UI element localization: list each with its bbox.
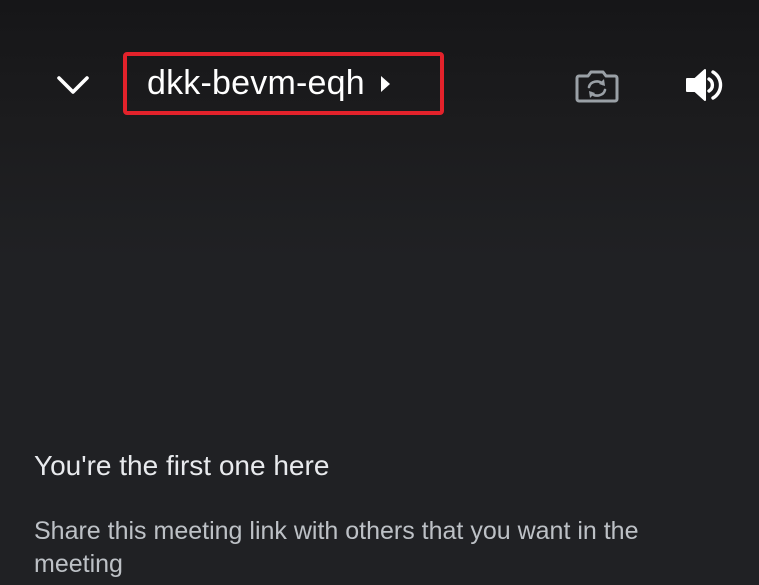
caret-right-icon: [379, 75, 391, 93]
share-link-description: Share this meeting link with others that…: [34, 517, 639, 578]
top-bar: dkk-bevm-eqh: [0, 0, 759, 130]
speaker-icon: [686, 69, 723, 101]
first-one-here-title: You're the first one here: [34, 450, 330, 481]
camera-switch-icon: [575, 70, 619, 103]
switch-camera-button[interactable]: [570, 62, 624, 108]
meeting-code-button[interactable]: dkk-bevm-eqh: [123, 52, 444, 115]
chevron-down-icon: [57, 76, 89, 94]
meet-call-screen: dkk-bevm-eqh You're the first one here S…: [0, 0, 759, 585]
collapse-button[interactable]: [48, 62, 98, 108]
audio-output-button[interactable]: [678, 62, 728, 108]
meeting-code: dkk-bevm-eqh: [147, 64, 365, 102]
